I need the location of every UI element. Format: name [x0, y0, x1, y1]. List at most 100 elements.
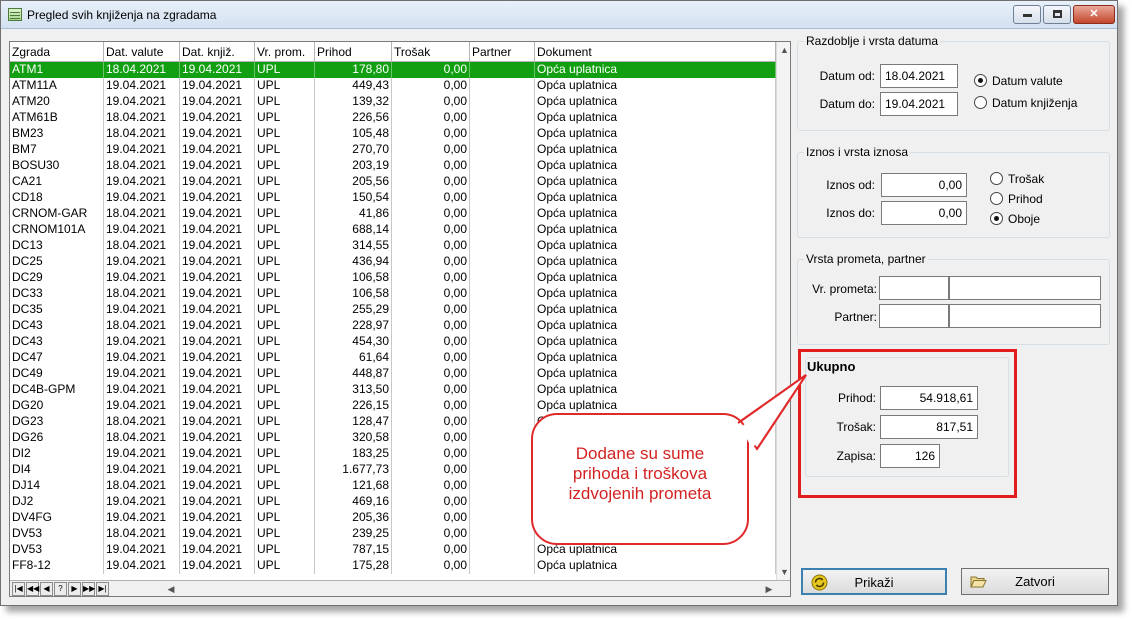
table-cell: UPL [255, 94, 315, 110]
table-row[interactable]: ATM61B 18.04.2021 19.04.2021 UPL 226,56 0,00 O… [10, 110, 776, 126]
column-header[interactable]: Trošak [392, 42, 470, 62]
table-cell: 18.04.2021 [104, 478, 180, 494]
table-cell: 19.04.2021 [180, 62, 255, 78]
scroll-down-icon[interactable]: ▼ [777, 564, 790, 580]
table-row[interactable]: DC4B-GPM 19.04.2021 19.04.2021 UPL 313,50 0,0… [10, 382, 776, 398]
column-header[interactable]: Dat. valute [104, 42, 180, 62]
table-cell: DC43 [10, 334, 104, 350]
table-cell [470, 414, 535, 430]
table-row[interactable]: DC43 19.04.2021 19.04.2021 UPL 454,30 0,00 Opć… [10, 334, 776, 350]
nav-prev-page-icon[interactable]: ◀◀ [26, 582, 39, 596]
table-cell: BOSU30 [10, 158, 104, 174]
table-row[interactable]: CD18 19.04.2021 19.04.2021 UPL 150,54 0,00 Opć… [10, 190, 776, 206]
table-row[interactable]: DC43 18.04.2021 19.04.2021 UPL 228,97 0,00 Opć… [10, 318, 776, 334]
horizontal-scroll-track[interactable] [178, 584, 760, 595]
table-cell: Opća uplatnica [535, 350, 776, 366]
table-row[interactable]: DC49 19.04.2021 19.04.2021 UPL 448,87 0,00 Opć… [10, 366, 776, 382]
maximize-button[interactable] [1043, 5, 1071, 24]
table-row[interactable]: FF8-12 19.04.2021 19.04.2021 UPL 175,28 0,00 O… [10, 558, 776, 574]
table-cell [470, 142, 535, 158]
table-cell [470, 254, 535, 270]
column-header[interactable]: Vr. prom. [255, 42, 315, 62]
table-cell: 255,29 [315, 302, 392, 318]
scroll-right-icon[interactable]: ▶ [762, 582, 776, 596]
radio-datum-valute[interactable]: Datum valute [974, 74, 1063, 88]
table-row[interactable]: BM23 18.04.2021 19.04.2021 UPL 105,48 0,00 Opć… [10, 126, 776, 142]
table-cell: CA21 [10, 174, 104, 190]
table-cell: 0,00 [392, 382, 470, 398]
nav-last-icon[interactable]: ▶| [96, 582, 109, 596]
vrsta-prometa-code-field[interactable] [879, 276, 949, 300]
nav-next-page-icon[interactable]: ▶▶ [82, 582, 95, 596]
column-header[interactable]: Prihod [315, 42, 392, 62]
nav-first-icon[interactable]: |◀ [12, 582, 25, 596]
nav-next-icon[interactable]: ▶ [68, 582, 81, 596]
table-cell: 0,00 [392, 478, 470, 494]
table-row[interactable]: DC33 18.04.2021 19.04.2021 UPL 106,58 0,00 Opć… [10, 286, 776, 302]
table-cell: CRNOM-GAR [10, 206, 104, 222]
column-header[interactable]: Zgrada [10, 42, 104, 62]
table-row-selected[interactable]: ATM1 18.04.2021 19.04.2021 UPL 178,80 0,00 Opć… [10, 62, 776, 78]
table-row[interactable]: CRNOM-GAR 18.04.2021 19.04.2021 UPL 41,86 0,0… [10, 206, 776, 222]
table-cell: DG26 [10, 430, 104, 446]
nav-search-icon[interactable]: ? [54, 582, 67, 596]
nav-prev-icon[interactable]: ◀ [40, 582, 53, 596]
table-cell: DC29 [10, 270, 104, 286]
partner-code-field[interactable] [879, 304, 949, 328]
radio-datum-knjizenja[interactable]: Datum knjiženja [974, 96, 1077, 110]
table-row[interactable]: DC13 18.04.2021 19.04.2021 UPL 314,55 0,00 Opć… [10, 238, 776, 254]
radio-oboje[interactable]: Oboje [990, 212, 1040, 226]
table-cell: UPL [255, 286, 315, 302]
table-cell: Opća uplatnica [535, 62, 776, 78]
table-cell: 19.04.2021 [104, 366, 180, 382]
table-row[interactable]: DC29 19.04.2021 19.04.2021 UPL 106,58 0,00 Opć… [10, 270, 776, 286]
close-button[interactable]: ✕ [1073, 5, 1115, 24]
table-row[interactable]: BM7 19.04.2021 19.04.2021 UPL 270,70 0,00 Opća… [10, 142, 776, 158]
column-header[interactable]: Partner [470, 42, 535, 62]
table-row[interactable]: CA21 19.04.2021 19.04.2021 UPL 205,56 0,00 Opć… [10, 174, 776, 190]
table-cell: 105,48 [315, 126, 392, 142]
amount-to-field[interactable]: 0,00 [881, 201, 967, 225]
date-to-field[interactable]: 19.04.2021 [880, 92, 958, 116]
table-cell: 0,00 [392, 446, 470, 462]
table-cell: UPL [255, 366, 315, 382]
grid-header: Zgrada Dat. valute Dat. knjiž. Vr. prom. Pri… [10, 42, 786, 62]
table-row[interactable]: DC25 19.04.2021 19.04.2021 UPL 436,94 0,00 Opć… [10, 254, 776, 270]
date-to-label: Datum do: [819, 97, 875, 111]
amount-from-field[interactable]: 0,00 [881, 173, 967, 197]
scroll-up-icon[interactable]: ▲ [777, 42, 790, 58]
partner-name-field[interactable] [949, 304, 1101, 328]
maximize-icon [1052, 10, 1062, 18]
table-row[interactable]: BOSU30 18.04.2021 19.04.2021 UPL 203,19 0,00 O… [10, 158, 776, 174]
date-from-field[interactable]: 18.04.2021 [880, 64, 958, 88]
callout-line-2: prihoda i troškova [572, 464, 708, 483]
table-cell: 178,80 [315, 62, 392, 78]
table-row[interactable]: CRNOM101A 19.04.2021 19.04.2021 UPL 688,14 0,… [10, 222, 776, 238]
table-cell: UPL [255, 350, 315, 366]
radio-trosak[interactable]: Trošak [990, 172, 1044, 186]
table-cell: Opća uplatnica [535, 110, 776, 126]
title-bar: Pregled svih knjiženja na zgradama ✕ [1, 1, 1117, 29]
vertical-scrollbar[interactable]: ▲ ▼ [776, 42, 790, 580]
table-cell: 0,00 [392, 510, 470, 526]
table-cell: 0,00 [392, 542, 470, 558]
radio-prihod[interactable]: Prihod [990, 192, 1043, 206]
table-row[interactable]: DC47 19.04.2021 19.04.2021 UPL 61,64 0,00 Opća… [10, 350, 776, 366]
table-row[interactable]: DG20 19.04.2021 19.04.2021 UPL 226,15 0,00 Opć… [10, 398, 776, 414]
table-cell: 121,68 [315, 478, 392, 494]
table-cell: 18.04.2021 [104, 206, 180, 222]
table-cell: Opća uplatnica [535, 318, 776, 334]
table-cell: CRNOM101A [10, 222, 104, 238]
prikazi-button[interactable]: Prikaži [801, 568, 947, 595]
vrsta-prometa-name-field[interactable] [949, 276, 1101, 300]
table-row[interactable]: DC35 19.04.2021 19.04.2021 UPL 255,29 0,00 Opć… [10, 302, 776, 318]
table-cell: 41,86 [315, 206, 392, 222]
table-row[interactable]: ATM11A 19.04.2021 19.04.2021 UPL 449,43 0,00 O… [10, 78, 776, 94]
column-header[interactable]: Dokument [535, 42, 776, 62]
minimize-button[interactable] [1013, 5, 1041, 24]
scroll-left-icon[interactable]: ◀ [164, 582, 178, 596]
zatvori-button[interactable]: Zatvori [961, 568, 1109, 595]
table-row[interactable]: ATM20 19.04.2021 19.04.2021 UPL 139,32 0,00 Op… [10, 94, 776, 110]
column-header[interactable]: Dat. knjiž. [180, 42, 255, 62]
horizontal-scrollbar[interactable]: ◀ ▶ [164, 582, 776, 596]
